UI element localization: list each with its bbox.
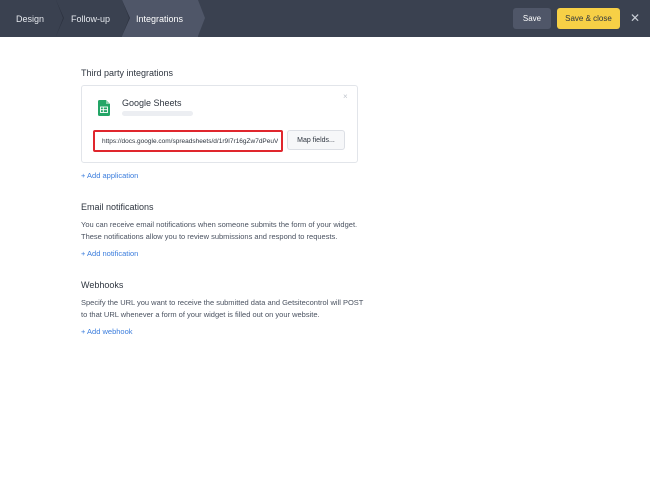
- tab-design[interactable]: Design: [0, 0, 64, 37]
- close-icon[interactable]: ✕: [628, 11, 642, 25]
- integration-subtitle-placeholder: [122, 111, 193, 116]
- email-notifications-description: You can receive email notifications when…: [81, 220, 358, 241]
- tab-follow-up-label: Follow-up: [71, 13, 111, 24]
- spreadsheet-url-input[interactable]: [102, 137, 278, 145]
- tab-follow-up[interactable]: Follow-up: [56, 0, 130, 37]
- email-notifications-title: Email notifications: [81, 202, 154, 212]
- webhooks-description: Specify the URL you want to receive the …: [81, 298, 364, 319]
- remove-integration-icon[interactable]: ×: [343, 92, 348, 101]
- save-and-close-button[interactable]: Save & close: [557, 8, 620, 29]
- integration-name: Google Sheets: [122, 98, 182, 108]
- google-sheets-integration-card: Google Sheets × Map fields...: [81, 85, 358, 163]
- add-application-link[interactable]: + Add application: [81, 171, 138, 180]
- add-notification-link[interactable]: + Add notification: [81, 249, 138, 258]
- tab-integrations[interactable]: Integrations: [122, 0, 205, 37]
- google-sheets-icon: [98, 100, 110, 116]
- spreadsheet-url-field[interactable]: [93, 130, 283, 152]
- map-fields-button[interactable]: Map fields...: [287, 130, 345, 150]
- add-webhook-link[interactable]: + Add webhook: [81, 327, 133, 336]
- webhooks-title: Webhooks: [81, 280, 124, 290]
- save-button[interactable]: Save: [513, 8, 551, 29]
- tab-design-label: Design: [16, 13, 45, 24]
- third-party-integrations-title: Third party integrations: [81, 68, 174, 78]
- breadcrumb: Design Follow-up Integrations: [0, 0, 205, 37]
- top-bar: Design Follow-up Integrations Save Save …: [0, 0, 650, 37]
- tab-integrations-label: Integrations: [136, 13, 184, 24]
